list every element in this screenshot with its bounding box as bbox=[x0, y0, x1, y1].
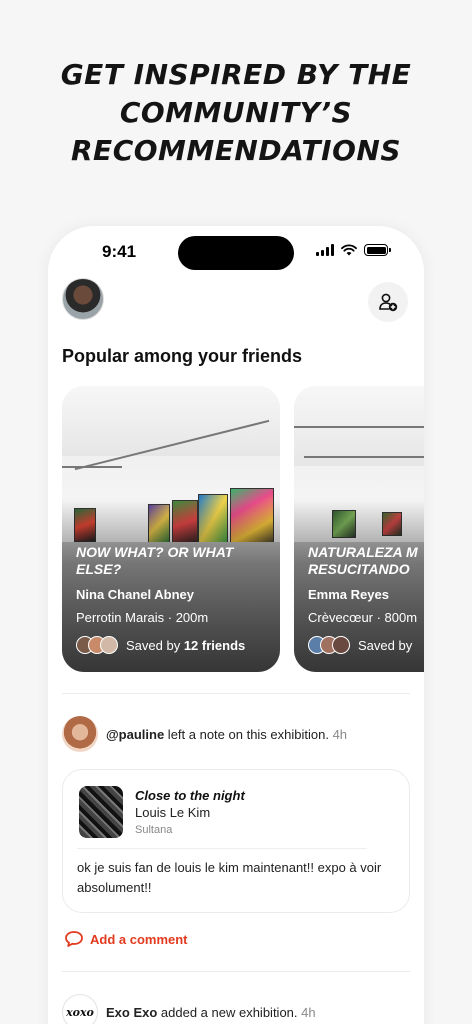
wifi-icon bbox=[341, 244, 357, 256]
status-time: 9:41 bbox=[102, 242, 137, 261]
avatar[interactable] bbox=[62, 716, 98, 752]
card-title: NOW WHAT? OR WHAT ELSE? bbox=[76, 544, 234, 577]
status-icons bbox=[316, 244, 391, 256]
signal-icon bbox=[316, 244, 334, 256]
card-saved-by: Saved by bbox=[308, 636, 412, 654]
battery-icon bbox=[364, 244, 391, 256]
activity-row: @pauline left a note on this exhibition.… bbox=[62, 716, 347, 752]
note-card[interactable]: Close to the night Louis Le Kim Sultana … bbox=[62, 769, 410, 913]
divider bbox=[77, 848, 367, 849]
card-artist: Emma Reyes bbox=[308, 587, 389, 602]
exhibition-title: Close to the night bbox=[135, 788, 245, 803]
exhibition-gallery: Sultana bbox=[135, 824, 173, 836]
phone-frame: 9:41 Popular among your friends NOW WHAT… bbox=[48, 226, 424, 1024]
exhibition-card[interactable]: NOW WHAT? OR WHAT ELSE? Nina Chanel Abne… bbox=[62, 386, 280, 672]
headline: GET INSPIRED BY THE COMMUNITY’S RECOMMEN… bbox=[60, 58, 412, 167]
card-location: Perrotin Marais · 200m bbox=[76, 610, 209, 625]
add-user-icon bbox=[379, 293, 398, 312]
exhibition-carousel[interactable]: NOW WHAT? OR WHAT ELSE? Nina Chanel Abne… bbox=[62, 386, 424, 672]
friend-avatars bbox=[76, 636, 118, 654]
exhibition-artist: Louis Le Kim bbox=[135, 805, 211, 820]
avatar[interactable]: xoxo bbox=[62, 994, 98, 1024]
card-saved-by: Saved by 12 friends bbox=[76, 636, 245, 654]
add-comment-button[interactable]: Add a comment bbox=[64, 930, 188, 948]
comment-icon bbox=[65, 931, 83, 947]
username[interactable]: Exo Exo bbox=[106, 1005, 157, 1020]
section-title: Popular among your friends bbox=[62, 346, 303, 366]
divider bbox=[62, 971, 410, 972]
card-title: NATURALEZA M RESUCITANDO bbox=[308, 544, 418, 577]
exhibition-thumbnail bbox=[79, 786, 123, 838]
card-artist: Nina Chanel Abney bbox=[76, 587, 194, 602]
divider bbox=[62, 693, 410, 694]
note-body: ok je suis fan de louis le kim maintenan… bbox=[77, 860, 382, 895]
username[interactable]: @pauline bbox=[106, 727, 164, 742]
profile-avatar[interactable] bbox=[62, 278, 104, 320]
card-location: Crèvecœur · 800m bbox=[308, 610, 418, 625]
dynamic-island bbox=[178, 236, 294, 270]
friend-avatars bbox=[308, 636, 350, 654]
activity-row: xoxo Exo Exo added a new exhibition. 4h bbox=[62, 994, 316, 1024]
add-friend-button[interactable] bbox=[368, 282, 408, 322]
exhibition-card[interactable]: NATURALEZA M RESUCITANDO Emma Reyes Crèv… bbox=[294, 386, 424, 672]
